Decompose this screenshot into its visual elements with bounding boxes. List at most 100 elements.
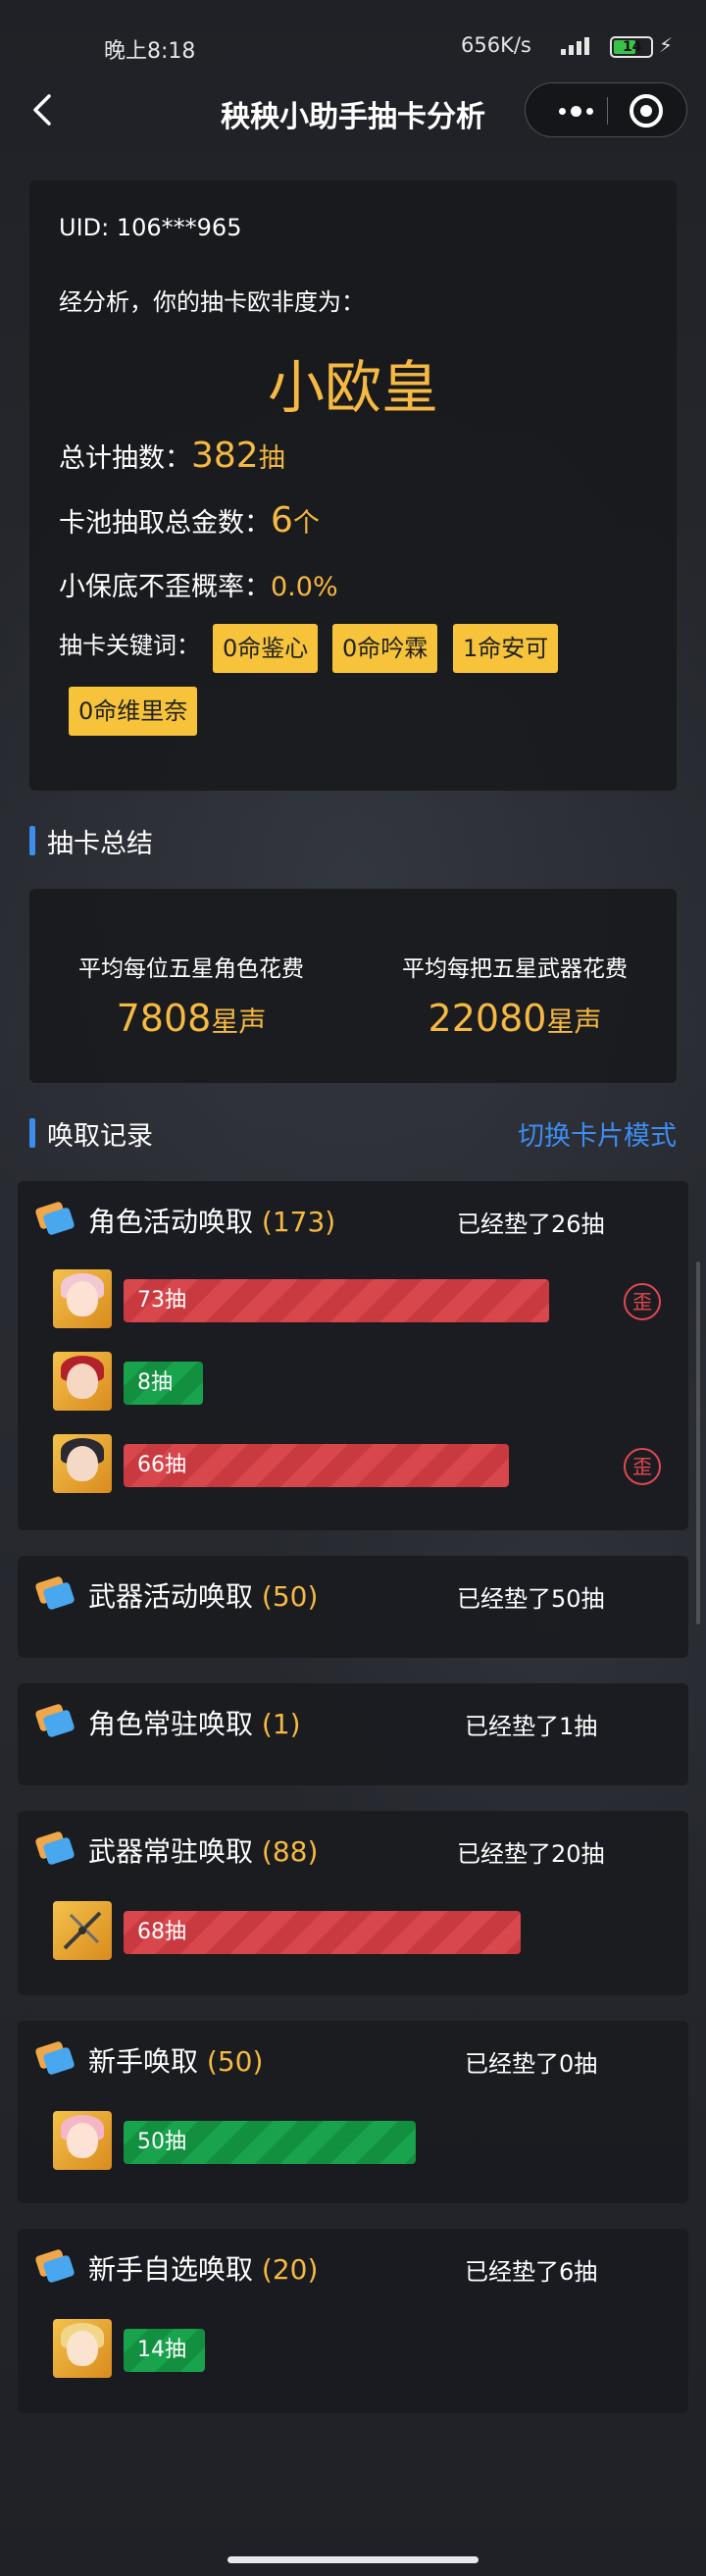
battery-icon: 14 — [610, 36, 653, 58]
pool-count: (50) — [261, 1580, 319, 1613]
pool-name: 新手唤取 (50) — [88, 2045, 264, 2078]
avg-weapon-label: 平均每把五星武器花费 — [402, 956, 628, 982]
wai-badge: 歪 — [624, 1448, 661, 1485]
pull-bar-label: 68抽 — [137, 1920, 186, 1944]
scrollbar[interactable] — [696, 1262, 700, 1624]
nav-bar: 秧秧小助手抽卡分析 — [0, 78, 706, 141]
total-pulls-label: 总计抽数： — [59, 443, 191, 474]
ticket-icon — [33, 1575, 76, 1611]
avg-weapon-value: 22080 — [428, 997, 547, 1040]
signal-icon — [561, 35, 604, 55]
uid-value: 106***965 — [116, 214, 242, 241]
pool-count: (50) — [206, 2045, 264, 2078]
ticket-icon — [33, 1201, 76, 1236]
no-wai-rate-label: 小保底不歪概率： — [59, 572, 271, 602]
section-header-records: 唤取记录 切换卡片模式 — [29, 1114, 677, 1154]
ticket-icon — [33, 1830, 76, 1866]
pull-bar: 50抽 — [124, 2121, 416, 2164]
ticket-icon — [33, 2248, 76, 2284]
pool-name: 武器常驻唤取 (88) — [88, 1835, 319, 1868]
total-pulls-unit: 抽 — [258, 443, 285, 474]
character-avatar — [53, 1269, 112, 1328]
close-target-icon[interactable] — [630, 94, 663, 128]
keyword-tag: 1命安可 — [453, 624, 559, 673]
keyword-tag: 0命吟霖 — [332, 624, 438, 673]
keyword-tag: 0命维里奈 — [69, 687, 198, 736]
avg-character-value: 7808 — [116, 997, 212, 1040]
gold-count-unit: 个 — [292, 508, 320, 539]
pool-card-character-event: 角色活动唤取 (173) 已经垫了26抽 73抽 歪 8抽 66抽 歪 — [18, 1181, 688, 1530]
capsule-divider — [607, 97, 608, 125]
pool-card-weapon-standard: 武器常驻唤取 (88) 已经垫了20抽 68抽 — [18, 1811, 688, 1995]
averages-card: 平均每位五星角色花费 7808星声 平均每把五星武器花费 22080星声 — [29, 889, 677, 1083]
ticket-icon — [33, 1703, 76, 1738]
pull-bar: 73抽 — [124, 1279, 549, 1322]
avg-weapon-cost: 平均每把五星武器花费 22080星声 — [353, 950, 677, 1040]
pool-pity: 已经垫了20抽 — [457, 1840, 605, 1868]
total-pulls-stat: 总计抽数：382抽 — [59, 436, 285, 476]
currency-unit: 星声 — [211, 1005, 267, 1038]
more-icon[interactable] — [551, 97, 600, 125]
avg-character-cost: 平均每位五星角色花费 7808星声 — [29, 950, 353, 1040]
pool-pity: 已经垫了1抽 — [465, 1713, 598, 1740]
section-accent-bar — [29, 826, 35, 855]
analysis-text: 经分析，你的抽卡欧非度为： — [59, 288, 365, 316]
home-indicator[interactable] — [227, 2556, 479, 2563]
character-avatar — [53, 1434, 112, 1493]
pool-card-weapon-event: 武器活动唤取 (50) 已经垫了50抽 — [18, 1556, 688, 1658]
uid-label: UID: — [59, 214, 117, 241]
pool-card-character-standard: 角色常驻唤取 (1) 已经垫了1抽 — [18, 1683, 688, 1785]
currency-unit: 星声 — [546, 1005, 602, 1038]
network-speed: 656K/s — [461, 33, 531, 57]
pool-count: (1) — [261, 1708, 301, 1740]
section-title: 唤取记录 — [47, 1121, 153, 1152]
luck-rank: 小欧皇 — [267, 354, 438, 421]
pool-count: (173) — [261, 1206, 336, 1238]
pool-count: (20) — [261, 2253, 319, 2286]
uid-line: UID: 106***965 — [59, 214, 241, 241]
no-wai-rate-stat: 小保底不歪概率：0.0% — [59, 565, 338, 603]
miniprogram-capsule — [525, 82, 687, 137]
ticket-icon — [33, 2040, 76, 2076]
gold-count-stat: 卡池抽取总金数：6个 — [59, 500, 320, 541]
page-title: 秧秧小助手抽卡分析 — [221, 100, 485, 134]
back-arrow-icon[interactable] — [25, 90, 65, 129]
pull-bar-label: 66抽 — [137, 1453, 186, 1477]
total-pulls-value: 382 — [191, 436, 259, 476]
battery-level: 14 — [623, 39, 642, 55]
character-avatar — [53, 2319, 112, 2378]
pool-name: 武器活动唤取 (50) — [88, 1580, 319, 1613]
pool-name: 角色常驻唤取 (1) — [88, 1708, 301, 1740]
no-wai-rate-value: 0.0% — [271, 572, 338, 602]
pull-bar-label: 14抽 — [137, 2338, 186, 2362]
switch-card-mode-link[interactable]: 切换卡片模式 — [518, 1114, 677, 1153]
character-avatar — [53, 1352, 112, 1411]
section-title: 抽卡总结 — [47, 829, 153, 859]
pull-bar-label: 8抽 — [137, 1370, 173, 1395]
pull-bar-label: 73抽 — [137, 1288, 186, 1313]
pool-pity: 已经垫了50抽 — [457, 1585, 605, 1613]
pool-pity: 已经垫了0抽 — [465, 2050, 598, 2078]
pool-card-beginner-selector: 新手自选唤取 (20) 已经垫了6抽 14抽 — [18, 2229, 688, 2413]
pull-bar: 14抽 — [124, 2329, 205, 2372]
keyword-tag: 0命鉴心 — [213, 624, 319, 673]
pool-pity: 已经垫了26抽 — [457, 1211, 605, 1238]
pool-name: 新手自选唤取 (20) — [88, 2253, 319, 2286]
status-time: 晚上8:18 — [104, 39, 196, 64]
pull-bar: 8抽 — [124, 1362, 203, 1405]
gold-count-value: 6 — [271, 500, 293, 541]
gold-count-label: 卡池抽取总金数： — [59, 508, 271, 539]
wai-badge: 歪 — [624, 1283, 661, 1320]
section-accent-bar — [29, 1118, 35, 1148]
avg-character-label: 平均每位五星角色花费 — [78, 956, 304, 982]
pull-bar-label: 50抽 — [137, 2130, 186, 2154]
pool-pity: 已经垫了6抽 — [465, 2258, 598, 2286]
character-avatar — [53, 2111, 112, 2170]
pull-bar: 68抽 — [124, 1911, 521, 1954]
pull-bar: 66抽 — [124, 1444, 509, 1487]
keywords-label: 抽卡关键词： — [59, 632, 200, 659]
pool-name: 角色活动唤取 (173) — [88, 1206, 336, 1238]
pool-card-beginner: 新手唤取 (50) 已经垫了0抽 50抽 — [18, 2021, 688, 2203]
pool-count: (88) — [261, 1835, 319, 1868]
section-header-summary: 抽卡总结 — [29, 822, 677, 861]
